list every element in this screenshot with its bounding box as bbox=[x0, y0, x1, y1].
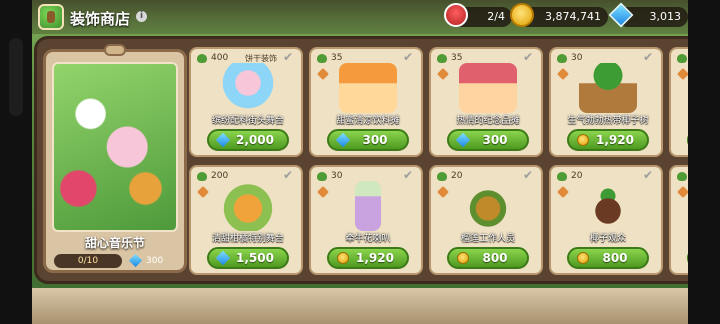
item-name: 椰子观众 bbox=[589, 234, 626, 244]
check-icon: ✔ bbox=[643, 168, 654, 182]
top-bar: 装饰商店 i 2/4 3,874,741 3,013 + bbox=[32, 0, 720, 34]
coin-icon bbox=[457, 252, 469, 264]
gem-icon bbox=[215, 132, 231, 148]
level-label: 20 bbox=[437, 171, 462, 182]
item-name: 甜蜜清凉饮料摊 bbox=[336, 116, 400, 126]
tag-icon bbox=[437, 68, 449, 80]
level-label: 35 bbox=[317, 53, 342, 64]
price-label: 300 bbox=[482, 133, 508, 147]
item-card[interactable]: 400 饼干装饰 ✔ 缤纷配料街头舞台 2,000 bbox=[189, 47, 303, 157]
buy-button[interactable]: 2,000 bbox=[207, 129, 289, 151]
item-art bbox=[355, 181, 381, 231]
shop-icon[interactable] bbox=[38, 4, 64, 30]
price-label: 300 bbox=[362, 133, 388, 147]
price-label: 2,000 bbox=[236, 133, 274, 147]
gem-icon bbox=[215, 250, 231, 266]
item-name: 牵牛花喇叭 bbox=[345, 234, 391, 244]
check-icon: ✔ bbox=[523, 50, 534, 64]
item-card[interactable]: 35 ✔ 热情的纪念品摊 300 bbox=[429, 47, 543, 157]
coin-icon bbox=[510, 3, 534, 27]
level-label: 35 bbox=[437, 53, 462, 64]
item-card[interactable]: 20 ✔ 椰子观众 800 bbox=[549, 165, 663, 275]
item-name: 热情的纪念品摊 bbox=[456, 116, 520, 126]
check-icon: ✔ bbox=[643, 50, 654, 64]
check-icon: ✔ bbox=[283, 168, 294, 182]
item-name: 生气勃勃热带椰子树 bbox=[567, 116, 649, 126]
item-art bbox=[459, 63, 517, 113]
buy-button[interactable]: 300 bbox=[327, 129, 409, 151]
info-icon[interactable]: i bbox=[136, 11, 147, 22]
check-icon: ✔ bbox=[283, 50, 294, 64]
event-footer: 0/10 300 bbox=[50, 253, 180, 270]
buy-button[interactable]: 1,920 bbox=[567, 129, 649, 151]
event-progress: 0/10 bbox=[54, 254, 122, 268]
game-frame: 装饰商店 i 2/4 3,874,741 3,013 + 甜心音乐节 0/10 … bbox=[32, 0, 720, 324]
hero-icon bbox=[444, 3, 468, 27]
item-card[interactable]: 200 ✔ 清甜柑橘特别舞台 1,500 bbox=[189, 165, 303, 275]
tag-icon bbox=[557, 186, 569, 198]
tag-icon bbox=[197, 186, 209, 198]
event-cost: 300 bbox=[146, 256, 164, 266]
check-icon: ✔ bbox=[403, 50, 414, 64]
tag-icon bbox=[437, 186, 449, 198]
system-left-bar bbox=[0, 0, 32, 324]
coin-icon bbox=[577, 134, 589, 146]
item-art bbox=[219, 63, 277, 113]
level-label: 200 bbox=[197, 171, 228, 182]
check-icon: ✔ bbox=[403, 168, 414, 182]
tag-icon bbox=[317, 68, 329, 80]
item-art bbox=[579, 63, 637, 113]
system-right-bar bbox=[688, 0, 720, 324]
item-art bbox=[459, 181, 517, 231]
event-image bbox=[52, 62, 178, 232]
item-name: 榴莲工作人员 bbox=[460, 234, 515, 244]
buy-button[interactable]: 1,920 bbox=[327, 247, 409, 269]
event-banner[interactable]: 甜心音乐节 0/10 300 bbox=[43, 44, 187, 273]
item-card[interactable]: 35 ✔ 甜蜜清凉饮料摊 300 bbox=[309, 47, 423, 157]
item-art bbox=[219, 181, 277, 231]
item-card[interactable]: 20 ✔ 榴莲工作人员 800 bbox=[429, 165, 543, 275]
level-label: 20 bbox=[557, 171, 582, 182]
price-label: 1,920 bbox=[596, 133, 634, 147]
banner-knob bbox=[104, 44, 126, 56]
level-label: 30 bbox=[557, 53, 582, 64]
level-label: 400 bbox=[197, 53, 228, 64]
tag-icon bbox=[557, 68, 569, 80]
price-label: 800 bbox=[602, 251, 628, 265]
shop-panel: 甜心音乐节 0/10 300 400 饼干装饰 ✔ 缤纷配料街头舞台 2,000… bbox=[34, 36, 720, 284]
buy-button[interactable]: 800 bbox=[447, 247, 529, 269]
price-label: 1,920 bbox=[356, 251, 394, 265]
gem-icon bbox=[335, 132, 351, 148]
check-icon: ✔ bbox=[523, 168, 534, 182]
buy-button[interactable]: 1,500 bbox=[207, 247, 289, 269]
item-card[interactable]: 30 ✔ 生气勃勃热带椰子树 1,920 bbox=[549, 47, 663, 157]
gem-icon bbox=[128, 253, 143, 268]
tag-icon bbox=[317, 186, 329, 198]
buy-button[interactable]: 800 bbox=[567, 247, 649, 269]
buy-button[interactable]: 300 bbox=[447, 129, 529, 151]
ground-strip bbox=[32, 288, 720, 324]
coin-icon bbox=[577, 252, 589, 264]
gem-icon bbox=[455, 132, 471, 148]
event-title: 甜心音乐节 bbox=[84, 236, 145, 250]
camera-notch bbox=[9, 38, 23, 116]
level-label: 30 bbox=[317, 171, 342, 182]
item-grid: 400 饼干装饰 ✔ 缤纷配料街头舞台 2,000 35 ✔ 甜蜜清凉饮料摊 3… bbox=[189, 47, 720, 277]
item-art bbox=[339, 63, 397, 113]
item-art bbox=[579, 181, 637, 231]
item-card[interactable]: 30 ✔ 牵牛花喇叭 1,920 bbox=[309, 165, 423, 275]
item-name: 缤纷配料街头舞台 bbox=[211, 116, 284, 126]
item-name: 清甜柑橘特别舞台 bbox=[211, 234, 284, 244]
page-title: 装饰商店 bbox=[70, 10, 131, 28]
price-label: 800 bbox=[482, 251, 508, 265]
coin-icon bbox=[337, 252, 349, 264]
price-label: 1,500 bbox=[236, 251, 274, 265]
